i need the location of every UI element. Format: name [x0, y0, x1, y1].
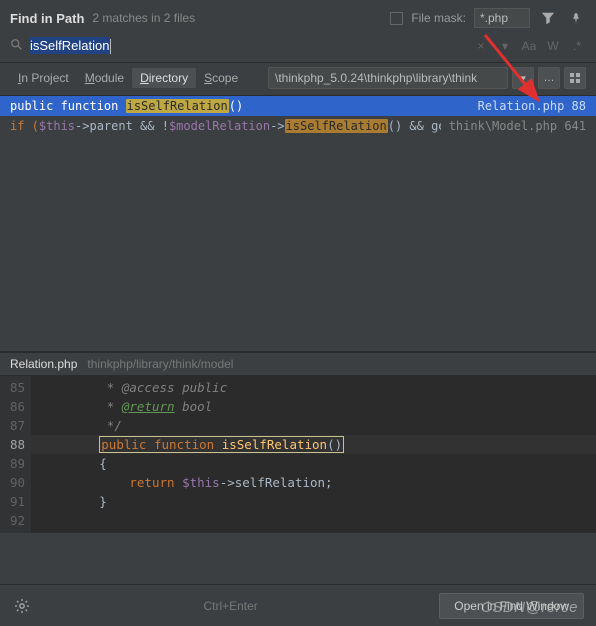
search-icon [10, 38, 24, 55]
match-count: 2 matches in 2 files [92, 11, 195, 25]
tab-module[interactable]: Module [77, 68, 132, 88]
filter-icon[interactable] [538, 8, 558, 28]
clear-icon[interactable]: × [472, 39, 490, 53]
preview-file-name: Relation.php [10, 357, 77, 371]
preview-file-path: thinkphp/library/think/model [87, 357, 233, 371]
directory-path-input[interactable] [268, 67, 508, 89]
search-input[interactable]: isSelfRelation [30, 36, 472, 56]
tab-directory[interactable]: Directory [132, 68, 196, 88]
result-row[interactable]: if ($this->parent && !$modelRelation->is… [0, 116, 596, 136]
recursive-icon[interactable] [564, 67, 586, 89]
scope-tabs-row: In Project Module Directory Scope ▾ … [0, 63, 596, 96]
title-bar: Find in Path 2 matches in 2 files File m… [0, 0, 596, 34]
path-dropdown-icon[interactable]: ▾ [512, 67, 534, 89]
search-option-icons: × ▾ Aa W .* [472, 39, 586, 53]
words-icon[interactable]: W [544, 39, 562, 53]
open-in-find-window-button[interactable]: Open in Find Window [439, 593, 584, 619]
results-list: public function isSelfRelation() Relatio… [0, 96, 596, 351]
match-case-icon[interactable]: Aa [520, 39, 538, 53]
browse-button[interactable]: … [538, 67, 560, 89]
tab-in-project[interactable]: In Project [10, 68, 77, 88]
search-row: isSelfRelation × ▾ Aa W .* [0, 34, 596, 63]
file-mask-label: File mask: [411, 11, 466, 25]
tab-scope[interactable]: Scope [196, 68, 246, 88]
code-body: * @access public * @return bool */ publi… [31, 376, 596, 533]
dialog-title: Find in Path [10, 11, 84, 26]
settings-icon[interactable] [12, 596, 32, 616]
shortcut-hint: Ctrl+Enter [203, 599, 257, 613]
file-mask-input[interactable] [474, 8, 530, 28]
footer-bar: Ctrl+Enter Open in Find Window [0, 584, 596, 626]
result-row[interactable]: public function isSelfRelation() Relatio… [0, 96, 596, 116]
pin-icon[interactable] [566, 8, 586, 28]
history-icon[interactable]: ▾ [496, 39, 514, 53]
preview-header: Relation.php thinkphp/library/think/mode… [0, 351, 596, 376]
file-mask-checkbox[interactable] [390, 12, 403, 25]
line-gutter: 8586878889909192 [0, 376, 31, 533]
regex-icon[interactable]: .* [568, 39, 586, 53]
code-preview[interactable]: 8586878889909192 * @access public * @ret… [0, 376, 596, 533]
